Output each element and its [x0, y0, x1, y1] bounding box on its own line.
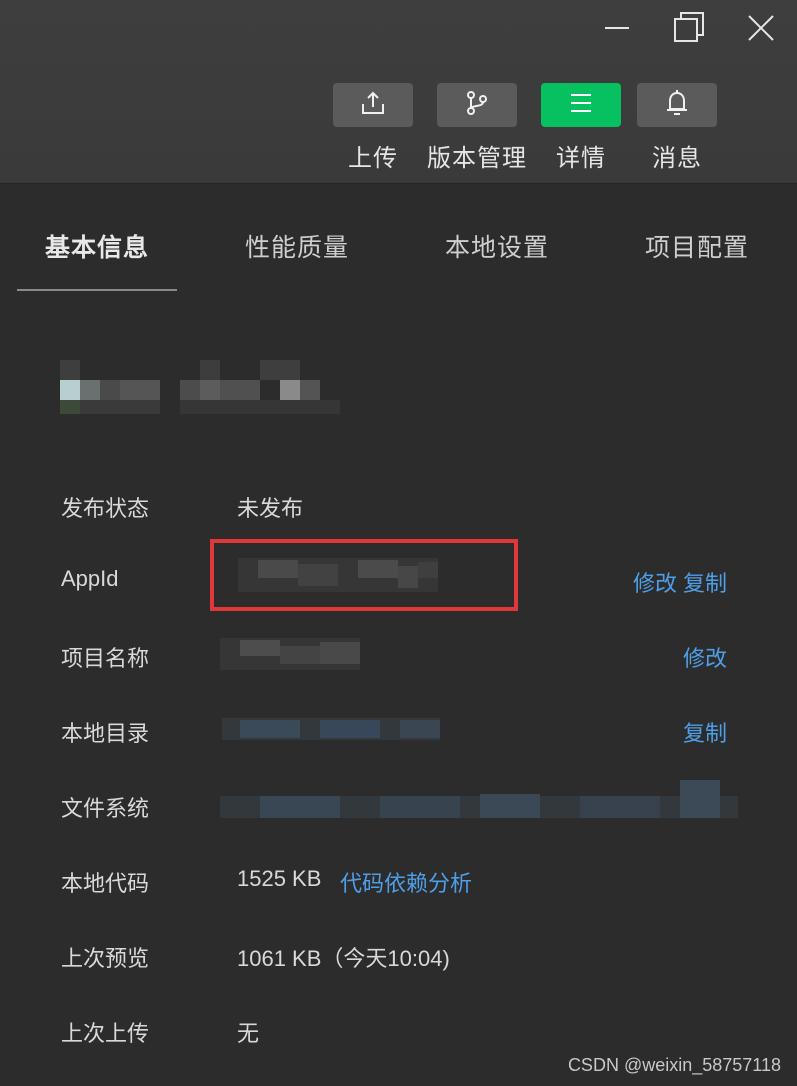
messages-label: 消息	[652, 145, 702, 172]
toolbar: 上传 版本管理 详情 消息	[0, 0, 797, 184]
publish-status-label: 发布状态	[61, 496, 150, 521]
tab-local-settings[interactable]: 本地设置	[445, 228, 549, 264]
upload-label: 上传	[348, 145, 398, 172]
project-avatar-pixelated	[60, 360, 340, 416]
upload-icon	[360, 90, 386, 121]
bell-icon	[664, 89, 690, 122]
last-preview-value: 1061 KB（今天10:04)	[237, 946, 450, 971]
branch-icon	[464, 90, 490, 121]
appid-highlight-box	[210, 539, 518, 611]
version-management-button[interactable]	[437, 83, 517, 127]
messages-button[interactable]	[637, 83, 717, 127]
project-name-label: 项目名称	[61, 646, 150, 671]
active-tab-indicator	[17, 289, 177, 291]
minimize-icon[interactable]	[595, 8, 639, 48]
appid-copy-link[interactable]: 复制	[683, 566, 727, 598]
upload-button[interactable]	[333, 83, 413, 127]
appid-modify-link[interactable]: 修改	[633, 566, 677, 598]
tab-basic-info[interactable]: 基本信息	[45, 228, 149, 264]
last-preview-label: 上次预览	[61, 946, 150, 971]
restore-icon[interactable]	[668, 8, 712, 48]
tab-performance-quality[interactable]: 性能质量	[245, 228, 349, 264]
local-code-size: 1525 KB	[237, 866, 322, 891]
details-button[interactable]	[541, 83, 621, 127]
version-management-label: 版本管理	[427, 145, 527, 172]
file-system-label: 文件系统	[61, 796, 150, 821]
local-dir-copy-link[interactable]: 复制	[683, 716, 727, 748]
tab-project-config[interactable]: 项目配置	[645, 228, 749, 264]
last-upload-value: 无	[237, 1021, 260, 1046]
file-system-value-pixelated	[220, 780, 738, 820]
project-name-modify-link[interactable]: 修改	[683, 641, 727, 673]
watermark: CSDN @weixin_58757118	[567, 1055, 781, 1075]
local-code-label: 本地代码	[61, 871, 150, 896]
project-name-value-pixelated	[220, 638, 360, 672]
details-label: 详情	[556, 145, 606, 172]
close-icon[interactable]	[739, 8, 783, 48]
appid-label: AppId	[61, 566, 119, 591]
menu-lines-icon	[568, 92, 594, 119]
local-dir-label: 本地目录	[61, 721, 150, 746]
last-upload-label: 上次上传	[61, 1021, 150, 1046]
publish-status-value: 未发布	[237, 496, 304, 521]
local-dir-value-pixelated	[222, 718, 440, 742]
code-dependency-analysis-link[interactable]: 代码依赖分析	[340, 866, 472, 898]
